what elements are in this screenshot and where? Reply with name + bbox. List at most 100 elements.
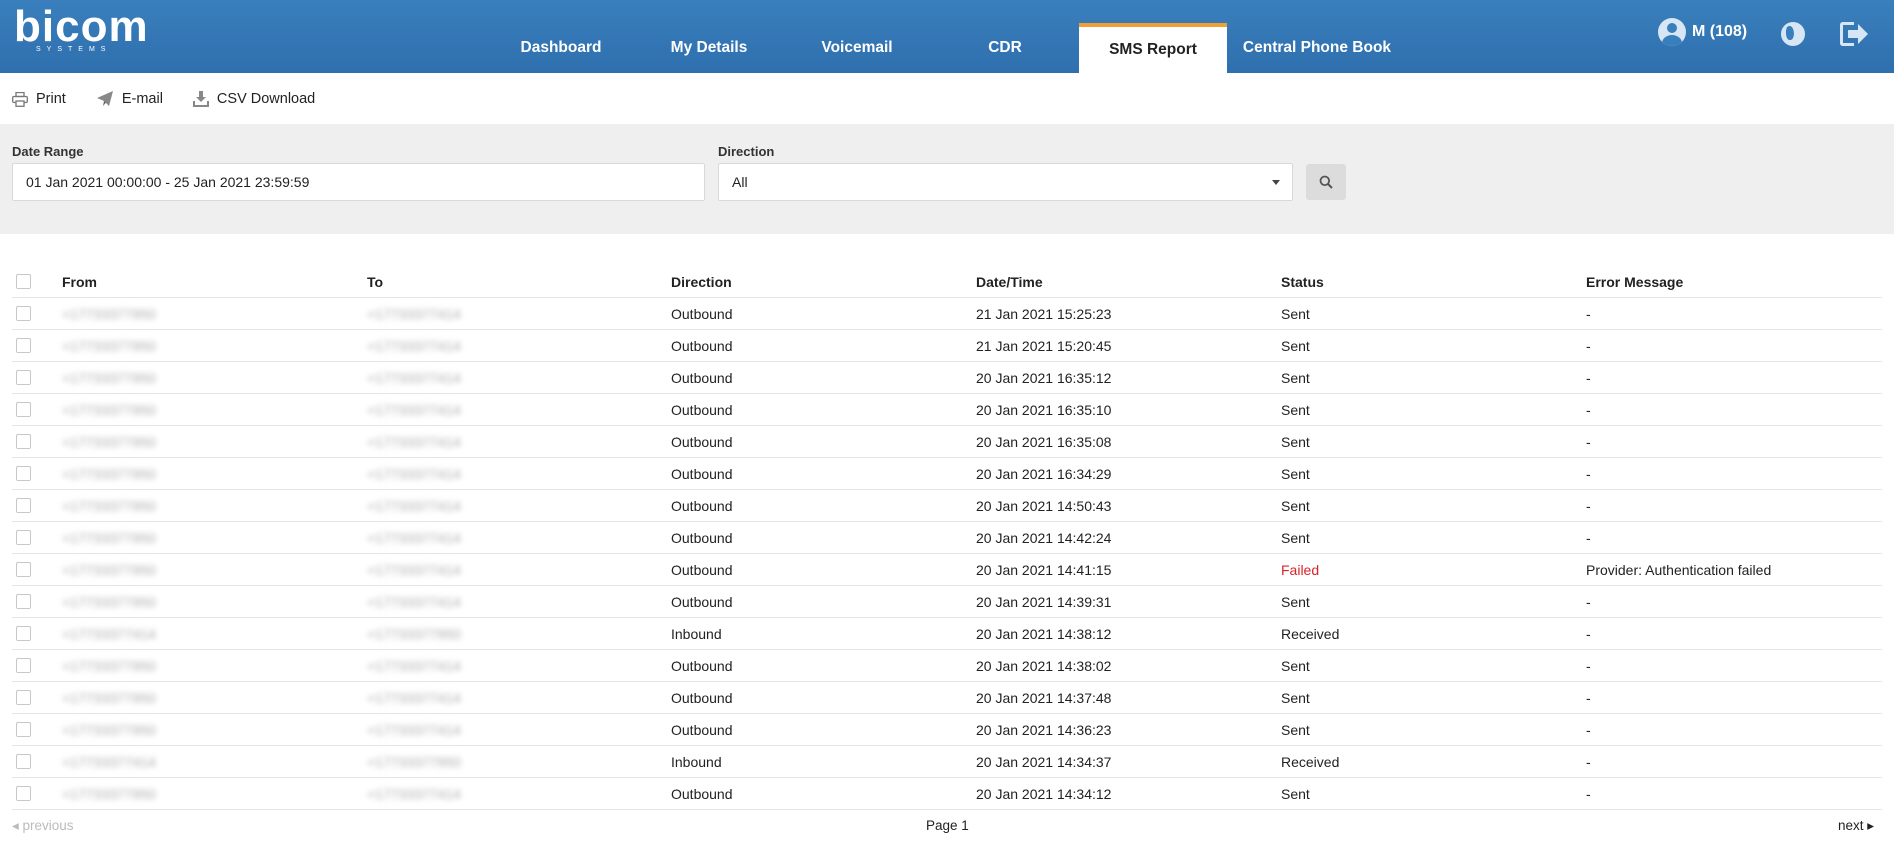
direction-select[interactable]: All [718,163,1293,201]
tab-dashboard[interactable]: Dashboard [487,23,635,73]
row-checkbox[interactable] [16,402,31,417]
download-icon [192,91,209,107]
direction-cell: Outbound [671,658,733,674]
direction-cell: Inbound [671,626,722,642]
from-cell: +17733377950 [62,786,156,802]
datetime-cell: 20 Jan 2021 14:38:02 [976,658,1112,674]
search-button[interactable] [1306,164,1346,200]
row-checkbox[interactable] [16,530,31,545]
to-cell: +17733377414 [367,402,461,418]
email-label: E-mail [121,91,163,107]
row-checkbox[interactable] [16,690,31,705]
error-message-cell: - [1586,786,1591,802]
logout-icon[interactable] [1840,22,1868,46]
row-checkbox[interactable] [16,498,31,513]
table-body: +17733377950 +17733377414 Outbound 21 Jan 2… [12,298,1882,810]
next-page-link[interactable]: next ▸ [1838,818,1874,834]
user-menu[interactable]: M (108) [1658,18,1747,46]
tab-my-details[interactable]: My Details [635,23,783,73]
header-to[interactable]: To [367,266,383,298]
tab-voicemail[interactable]: Voicemail [783,23,931,73]
csv-download-label: CSV Download [216,91,316,107]
datetime-cell: 20 Jan 2021 14:38:12 [976,626,1112,642]
table-row[interactable]: +17733377950 +17733377414 Outbound 20 Jan 2… [12,714,1882,746]
datetime-cell: 21 Jan 2021 15:25:23 [976,306,1112,322]
table-row[interactable]: +17733377950 +17733377414 Outbound 20 Jan 2… [12,778,1882,810]
error-message-cell: - [1586,594,1591,610]
direction-value: All [732,174,748,190]
print-button[interactable]: Print [12,91,66,107]
table-row[interactable]: +17733377950 +17733377414 Outbound 20 Jan 2… [12,490,1882,522]
paper-plane-icon [96,91,113,106]
table-row[interactable]: +17733377950 +17733377414 Outbound 20 Jan 2… [12,394,1882,426]
to-cell: +17733377950 [367,754,461,770]
datetime-cell: 20 Jan 2021 14:36:23 [976,722,1112,738]
to-cell: +17733377414 [367,530,461,546]
table-row[interactable]: +17733377950 +17733377414 Outbound 21 Jan 2… [12,298,1882,330]
table-row[interactable]: +17733377950 +17733377414 Outbound 20 Jan 2… [12,586,1882,618]
datetime-cell: 20 Jan 2021 14:50:43 [976,498,1112,514]
table-row[interactable]: +17733377950 +17733377414 Outbound 20 Jan 2… [12,362,1882,394]
row-checkbox[interactable] [16,370,31,385]
tab-cdr[interactable]: CDR [931,23,1079,73]
to-cell: +17733377414 [367,370,461,386]
header-error-message[interactable]: Error Message [1586,266,1683,298]
from-cell: +17733377950 [62,690,156,706]
status-cell: Sent [1281,530,1310,546]
to-cell: +17733377414 [367,498,461,514]
header-status[interactable]: Status [1281,266,1324,298]
main-nav: Dashboard My Details Voicemail CDR SMS Repor… [487,23,1407,73]
datetime-cell: 20 Jan 2021 14:39:31 [976,594,1112,610]
header-from[interactable]: From [62,266,97,298]
tab-sms-report[interactable]: SMS Report [1079,23,1227,73]
header-direction[interactable]: Direction [671,266,732,298]
table-row[interactable]: +17733377414 +17733377950 Inbound 20 Jan 20… [12,618,1882,650]
date-range-input[interactable]: 01 Jan 2021 00:00:00 - 25 Jan 2021 23:59… [12,163,705,201]
table-row[interactable]: +17733377950 +17733377414 Outbound 21 Jan 2… [12,330,1882,362]
table-row[interactable]: +17733377950 +17733377414 Outbound 20 Jan 2… [12,522,1882,554]
row-checkbox[interactable] [16,466,31,481]
from-cell: +17733377950 [62,434,156,450]
table-row[interactable]: +17733377950 +17733377414 Outbound 20 Jan 2… [12,554,1882,586]
row-checkbox[interactable] [16,754,31,769]
status-cell: Sent [1281,434,1310,450]
row-checkbox[interactable] [16,626,31,641]
globe-icon[interactable] [1781,22,1805,46]
tab-central-phone-book[interactable]: Central Phone Book [1227,23,1407,73]
to-cell: +17733377950 [367,626,461,642]
datetime-cell: 21 Jan 2021 15:20:45 [976,338,1112,354]
row-checkbox[interactable] [16,658,31,673]
status-cell: Sent [1281,690,1310,706]
row-checkbox[interactable] [16,786,31,801]
status-cell: Sent [1281,338,1310,354]
row-checkbox[interactable] [16,434,31,449]
row-checkbox[interactable] [16,722,31,737]
select-all-checkbox[interactable] [16,274,31,289]
previous-page-link[interactable]: ◂ previous [12,818,74,834]
status-cell: Sent [1281,370,1310,386]
status-cell: Sent [1281,594,1310,610]
row-checkbox[interactable] [16,594,31,609]
header-datetime[interactable]: Date/Time [976,266,1043,298]
next-label: next [1838,818,1864,833]
csv-download-button[interactable]: CSV Download [192,91,316,107]
table-row[interactable]: +17733377950 +17733377414 Outbound 20 Jan 2… [12,682,1882,714]
table-row[interactable]: +17733377950 +17733377414 Outbound 20 Jan 2… [12,426,1882,458]
table-row[interactable]: +17733377950 +17733377414 Outbound 20 Jan 2… [12,458,1882,490]
status-cell: Sent [1281,402,1310,418]
direction-cell: Outbound [671,466,733,482]
row-checkbox[interactable] [16,562,31,577]
row-checkbox[interactable] [16,338,31,353]
printer-icon [12,91,28,107]
from-cell: +17733377950 [62,466,156,482]
table-row[interactable]: +17733377414 +17733377950 Inbound 20 Jan 20… [12,746,1882,778]
bicom-logo[interactable]: bicom SYSTEMS [14,2,148,56]
date-range-label: Date Range [12,144,84,159]
table-row[interactable]: +17733377950 +17733377414 Outbound 20 Jan 2… [12,650,1882,682]
email-button[interactable]: E-mail [96,91,163,107]
datetime-cell: 20 Jan 2021 14:34:12 [976,786,1112,802]
status-cell: Sent [1281,466,1310,482]
row-checkbox[interactable] [16,306,31,321]
direction-cell: Outbound [671,594,733,610]
direction-cell: Outbound [671,786,733,802]
